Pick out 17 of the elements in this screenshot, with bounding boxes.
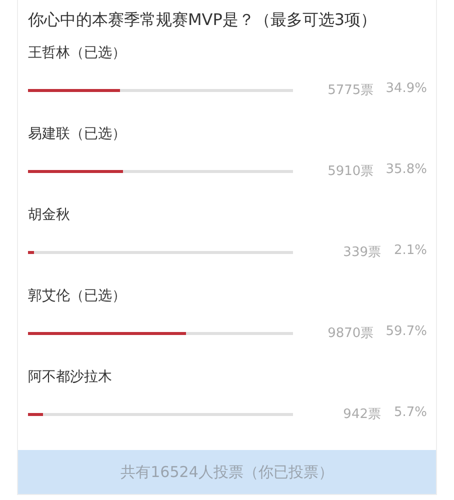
vote-percent: 59.7% [386,324,427,341]
vote-count: 942票 [343,406,381,423]
vote-percent: 34.9% [386,81,427,98]
vote-count: 5910票 [328,163,374,180]
vote-count: 339票 [343,244,381,261]
vote-count: 5775票 [328,82,374,99]
vote-percent: 2.1% [393,243,427,260]
vote-percent: 5.7% [393,405,427,422]
option-label: 胡金秋 [28,206,71,225]
option-label: 郭艾伦（已选） [28,287,127,306]
poll-question: 你心中的本赛季常规赛MVP是？（最多可选3项） [27,9,378,31]
option-label: 阿不都沙拉木 [28,368,113,387]
option-label: 王哲林（已选） [28,44,127,63]
vote-percent: 35.8% [386,162,427,179]
vote-count: 9870票 [328,325,374,342]
option-label: 易建联（已选） [28,125,127,144]
vote-total-bar: 共有16524人投票（你已投票） [18,450,436,494]
